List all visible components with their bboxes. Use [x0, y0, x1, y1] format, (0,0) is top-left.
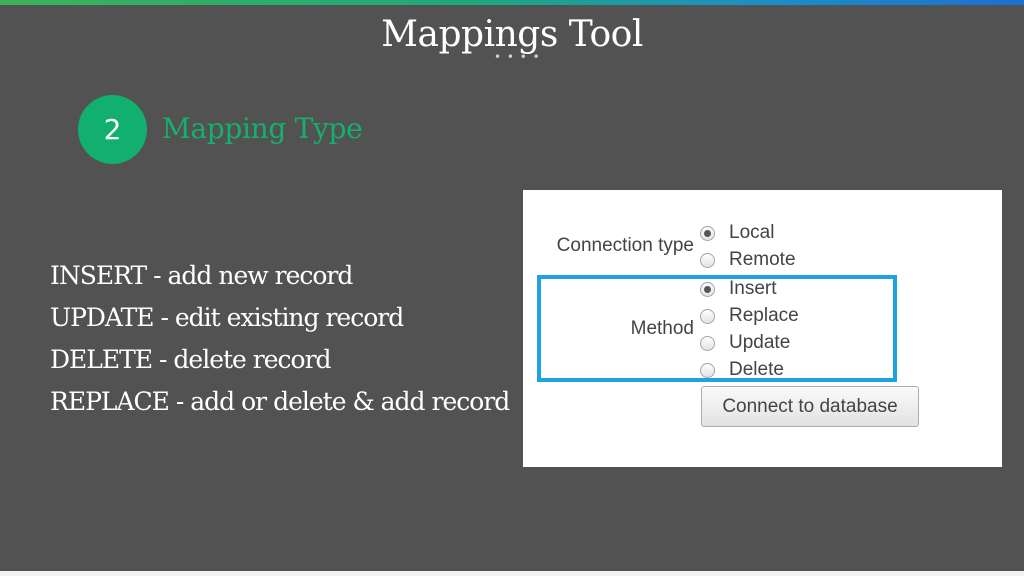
radio-remote[interactable] — [700, 252, 715, 268]
radio-label-update: Update — [729, 332, 791, 353]
connection-type-label: Connection type — [556, 235, 694, 256]
description-delete: DELETE - delete record — [50, 345, 332, 374]
radio-option-local[interactable]: Local — [700, 220, 774, 246]
connect-to-database-button[interactable]: Connect to database — [701, 386, 919, 427]
title-dots-decoration: • • • • — [494, 50, 541, 64]
radio-option-remote[interactable]: Remote — [700, 247, 796, 273]
radio-local[interactable] — [700, 225, 715, 241]
mapping-type-descriptions: INSERT - add new record UPDATE - edit ex… — [50, 255, 510, 423]
description-replace: REPLACE - add or delete & add record — [50, 387, 510, 416]
step-heading: Mapping Type — [162, 112, 363, 145]
radio-label-local: Local — [729, 222, 775, 243]
radio-option-replace[interactable]: Replace — [700, 303, 799, 329]
radio-replace[interactable] — [700, 308, 715, 324]
step-number-badge: 2 — [78, 95, 147, 164]
radio-delete[interactable] — [700, 362, 715, 378]
radio-option-delete[interactable]: Delete — [700, 357, 784, 383]
radio-label-remote: Remote — [729, 249, 796, 270]
radio-option-insert[interactable]: Insert — [700, 276, 777, 302]
connection-form-screenshot: Connection type Local Remote Method Inse… — [523, 190, 1002, 467]
accent-bar — [0, 0, 1024, 5]
radio-label-delete: Delete — [729, 359, 784, 380]
method-label: Method — [630, 318, 694, 339]
radio-label-insert: Insert — [729, 278, 777, 299]
description-update: UPDATE - edit existing record — [50, 303, 404, 332]
description-insert: INSERT - add new record — [50, 261, 353, 290]
slide: Mappings Tool • • • • 2 Mapping Type INS… — [0, 0, 1024, 571]
radio-update[interactable] — [700, 335, 715, 351]
radio-insert[interactable] — [700, 281, 715, 297]
radio-option-update[interactable]: Update — [700, 330, 790, 356]
slide-title: Mappings Tool — [381, 14, 643, 55]
radio-label-replace: Replace — [729, 305, 799, 326]
